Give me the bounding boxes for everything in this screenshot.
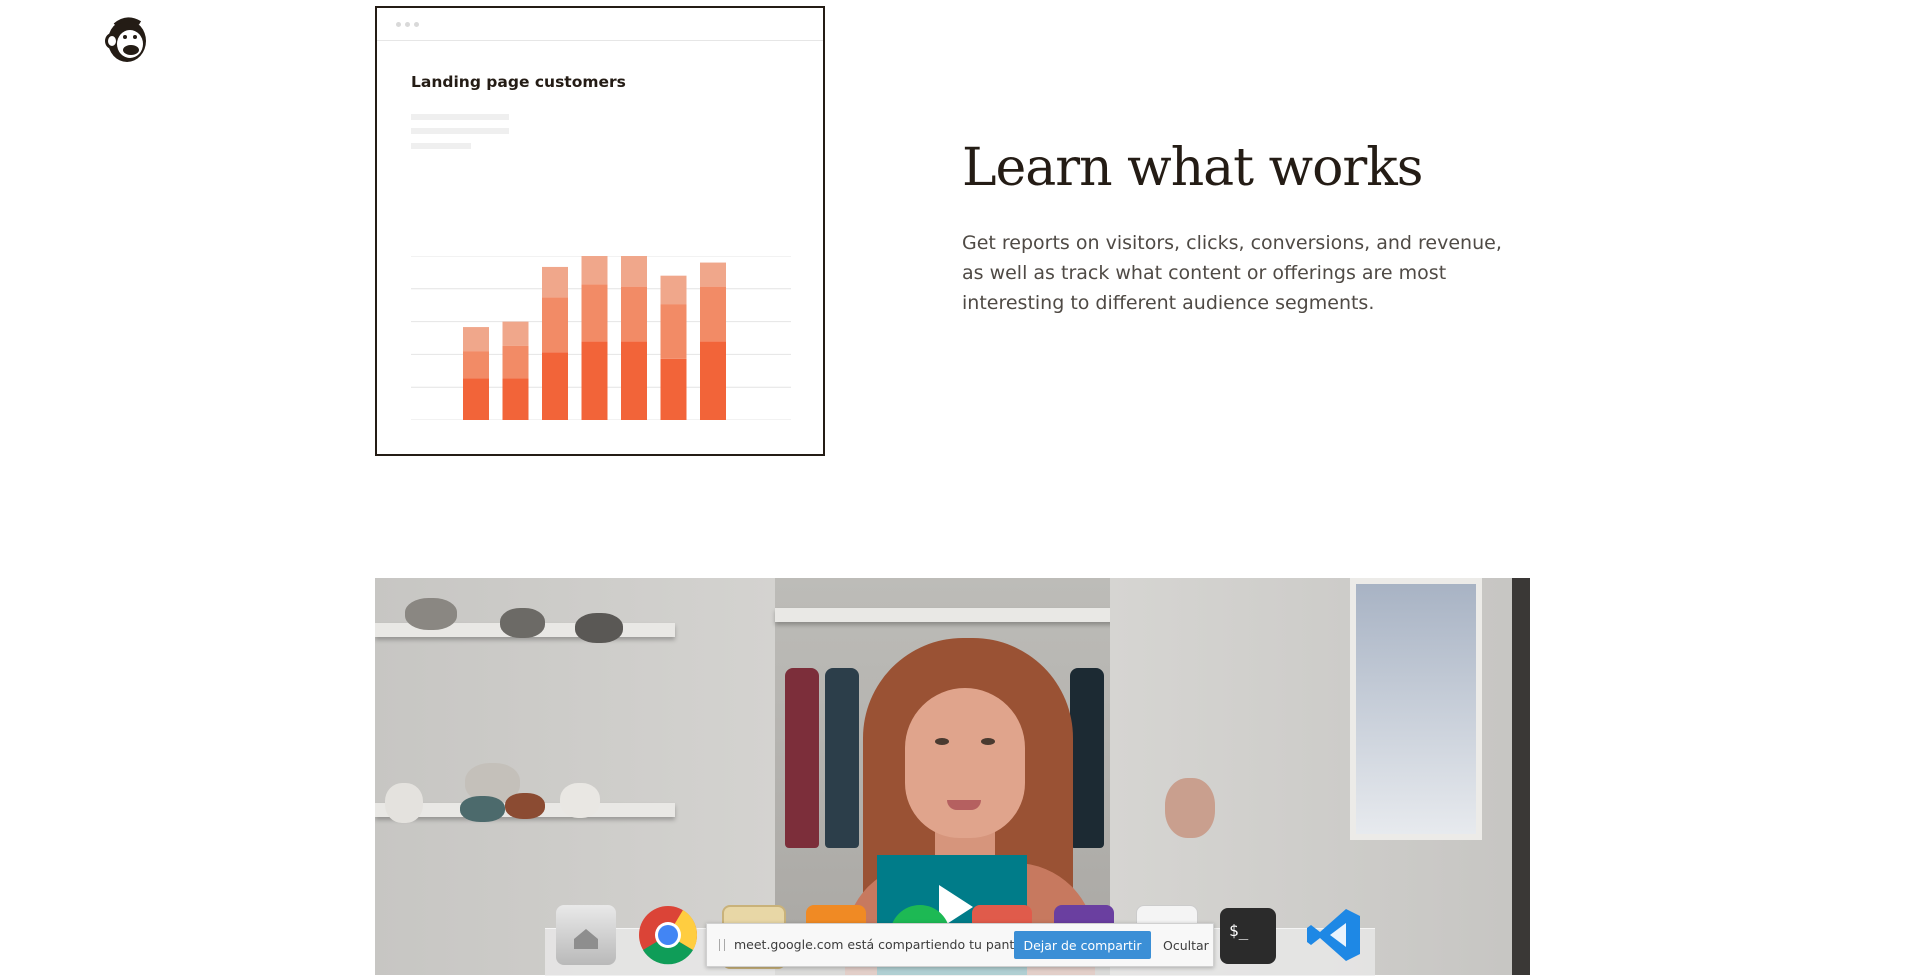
svg-text:$_: $_ (1229, 921, 1249, 940)
video-yarn (500, 608, 545, 638)
chart-bar-segment (660, 304, 687, 359)
video-yarn (505, 793, 545, 819)
chart-bar-segment (581, 341, 608, 420)
report-card: Landing page customers (375, 6, 825, 456)
chrome-icon[interactable] (638, 905, 698, 965)
chart-bar-segment (700, 262, 726, 287)
video-person-eye (981, 738, 995, 745)
video-scene-edge (1512, 578, 1530, 975)
chart-bar-segment (502, 345, 529, 379)
placeholder-line (411, 114, 509, 120)
vscode-icon[interactable] (1304, 905, 1364, 965)
placeholder-line (411, 128, 509, 134)
customers-bar-chart (411, 256, 791, 420)
chart-bar-segment (463, 351, 489, 379)
chart-bar-segment (700, 286, 726, 342)
screen-share-bar: meet.google.com está compartiendo tu pan… (706, 923, 1214, 967)
video-yarn (575, 613, 623, 643)
feature-description: Get reports on visitors, clicks, convers… (962, 232, 1502, 314)
video-person-face (905, 688, 1025, 838)
terminal-icon[interactable]: $_ (1220, 908, 1276, 964)
chart-bar-segment (542, 297, 568, 353)
stop-sharing-button[interactable]: Dejar de compartir (1014, 931, 1151, 959)
placeholder-line (411, 143, 471, 149)
share-message: meet.google.com está compartiendo tu pan… (734, 937, 1041, 952)
drag-handle-icon[interactable] (719, 939, 725, 951)
video-person-mouth (947, 800, 981, 810)
video-yarn (460, 796, 505, 822)
chart-bar-segment (581, 256, 608, 285)
chart-bar-segment (502, 321, 529, 346)
chart-bar-segment (660, 275, 687, 305)
video-yarn (405, 598, 457, 630)
chart-bar-segment (542, 266, 568, 298)
chart-bar-segment (581, 284, 608, 342)
card-window-bar (377, 8, 823, 41)
window-dot-icon (396, 22, 401, 27)
chart-bar-segment (660, 358, 687, 420)
video-plant-pot (560, 783, 600, 818)
chart-bar-segment (502, 378, 529, 420)
video-clothing (1070, 668, 1104, 848)
window-dot-icon (405, 22, 410, 27)
chart-bar-segment (621, 341, 647, 420)
window-dot-icon (414, 22, 419, 27)
video-plant-pot (385, 783, 423, 823)
chart-bar-segment (621, 286, 647, 342)
feature-headline: Learn what works (962, 138, 1423, 198)
video-shelf (775, 608, 1125, 622)
chart-bar-segment (542, 352, 568, 420)
chart-bar-segment (463, 378, 489, 420)
video-window (1350, 578, 1482, 840)
hide-button[interactable]: Ocultar (1157, 931, 1209, 959)
video-person-eye (935, 738, 949, 745)
video-clothing (825, 668, 859, 848)
chart-bar-segment (700, 341, 726, 420)
video-clothing (785, 668, 819, 848)
chart-bar-segment (621, 256, 647, 287)
home-folder-icon[interactable] (556, 905, 616, 965)
video-knit-hat (1165, 778, 1215, 838)
card-title: Landing page customers (411, 73, 626, 91)
mailchimp-logo-icon[interactable] (100, 13, 152, 65)
chart-bar-segment (463, 327, 489, 352)
